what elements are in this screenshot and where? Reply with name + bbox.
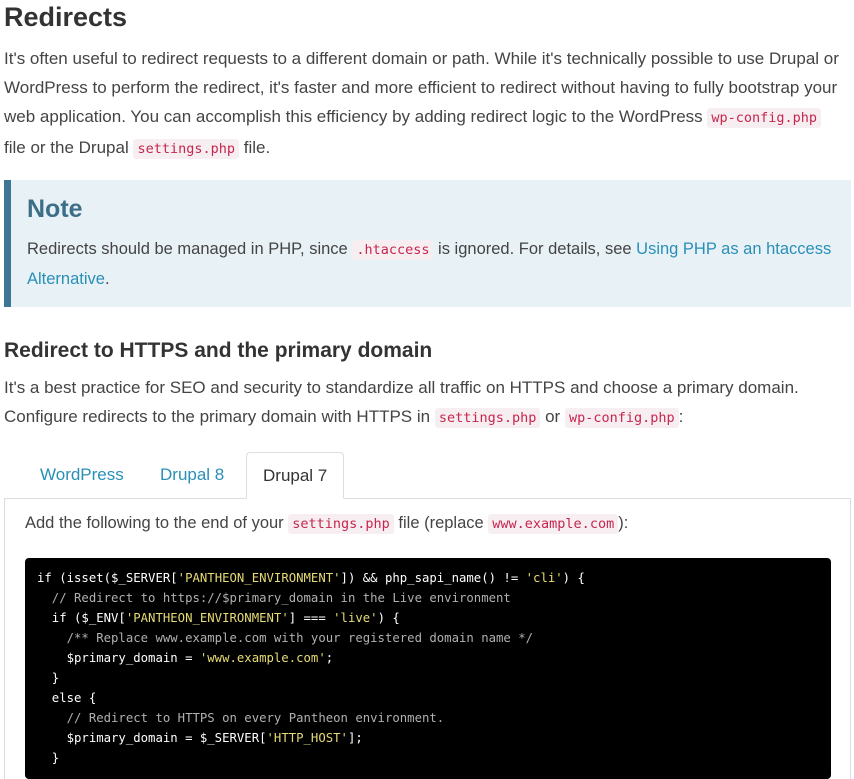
code-line: // Redirect to https://$primary_domain i… xyxy=(37,588,819,608)
code-string: 'PANTHEON_ENVIRONMENT' xyxy=(177,571,341,585)
section-title: Redirects xyxy=(4,2,128,32)
inline-code-wp-config: wp-config.php xyxy=(707,108,822,128)
subsection-text: : xyxy=(678,407,684,426)
code-token: if ($_ENV[ xyxy=(37,611,126,625)
code-token: else { xyxy=(37,691,97,705)
tab-drupal-8[interactable]: Drupal 8 xyxy=(160,452,224,498)
code-token: ]) && php_sapi_name() != xyxy=(340,571,526,585)
section-intro: It's often useful to redirect requests t… xyxy=(4,44,844,164)
code-line: $primary_domain = $_SERVER['HTTP_HOST']; xyxy=(37,728,819,748)
inline-code-htaccess: .htaccess xyxy=(352,240,434,260)
panel-text: ): xyxy=(618,514,629,532)
platform-tabs: WordPress Drupal 8 Drupal 7 xyxy=(4,452,851,499)
note-text: is ignored. For details, see xyxy=(433,240,637,258)
code-token: ] === xyxy=(288,611,334,625)
subsection-text: or xyxy=(540,407,565,426)
panel-text: Add the following to the end of your xyxy=(25,514,289,532)
code-line: // Redirect to HTTPS on every Pantheon e… xyxy=(37,708,819,728)
code-line: if ($_ENV['PANTHEON_ENVIRONMENT'] === 'l… xyxy=(37,608,819,628)
subsection-title: Redirect to HTTPS and the primary domain xyxy=(4,339,433,362)
inline-code-settings: settings.php xyxy=(288,514,394,534)
tab-panel-drupal-7: Add the following to the end of your set… xyxy=(4,498,851,779)
note-body: Redirects should be managed in PHP, sinc… xyxy=(27,235,837,294)
panel-text: file (replace xyxy=(393,514,489,532)
tab-drupal-7[interactable]: Drupal 7 xyxy=(246,452,345,499)
subsection-intro: It's a best practice for SEO and securit… xyxy=(4,373,849,433)
code-comment: // Redirect to HTTPS on every Pantheon e… xyxy=(37,711,445,725)
code-string: 'www.example.com' xyxy=(199,651,326,665)
note-text: Redirects should be managed in PHP, sinc… xyxy=(27,240,353,258)
code-token: if (isset($_SERVER[ xyxy=(37,571,178,585)
code-line: } xyxy=(37,748,819,768)
code-string: 'live' xyxy=(333,611,378,625)
code-string: 'HTTP_HOST' xyxy=(266,731,348,745)
code-token: ]; xyxy=(347,731,363,745)
code-line: } xyxy=(37,668,819,688)
panel-intro: Add the following to the end of your set… xyxy=(25,509,628,538)
note-title: Note xyxy=(27,195,83,223)
tab-wordpress[interactable]: WordPress xyxy=(40,452,124,498)
code-token: ) { xyxy=(562,571,585,585)
code-line: $primary_domain = 'www.example.com'; xyxy=(37,648,819,668)
inline-code-wp-config: wp-config.php xyxy=(564,408,679,428)
code-line: else { xyxy=(37,688,819,708)
code-string: 'PANTHEON_ENVIRONMENT' xyxy=(125,611,289,625)
code-token: ) { xyxy=(377,611,400,625)
inline-code-domain: www.example.com xyxy=(488,514,619,534)
code-token: $primary_domain = $_SERVER[ xyxy=(37,731,267,745)
note-callout: Note Redirects should be managed in PHP,… xyxy=(4,180,851,307)
code-token: } xyxy=(37,751,60,765)
code-string: 'cli' xyxy=(525,571,563,585)
code-token: ; xyxy=(325,651,334,665)
code-token: $primary_domain = xyxy=(37,651,200,665)
intro-text: file or the Drupal xyxy=(4,138,134,157)
code-comment: // Redirect to https://$primary_domain i… xyxy=(37,591,511,605)
note-text: . xyxy=(104,270,110,288)
inline-code-settings: settings.php xyxy=(133,139,239,159)
code-token: } xyxy=(37,671,60,685)
inline-code-settings: settings.php xyxy=(434,408,541,428)
code-comment: /** Replace www.example.com with your re… xyxy=(37,631,534,645)
intro-text: file. xyxy=(239,138,271,157)
code-line: if (isset($_SERVER['PANTHEON_ENVIRONMENT… xyxy=(37,568,819,588)
code-block[interactable]: if (isset($_SERVER['PANTHEON_ENVIRONMENT… xyxy=(25,558,831,779)
code-line: /** Replace www.example.com with your re… xyxy=(37,628,819,648)
